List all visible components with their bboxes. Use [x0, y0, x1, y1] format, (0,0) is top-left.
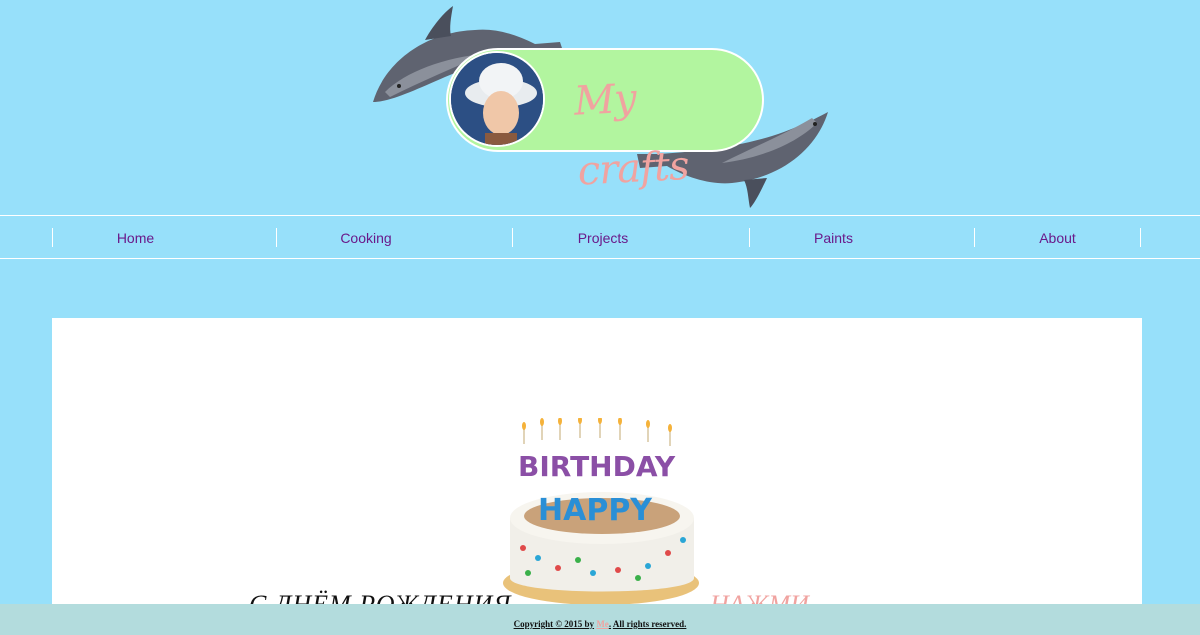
copyright-period: . [608, 619, 612, 629]
logo-text: My crafts [572, 75, 690, 195]
main-content: BIRTHDAY HAPPY С ДНЁМ РОЖДЕНИЯ НАЖМИ [52, 318, 1142, 608]
nav-item-projects[interactable]: Projects [513, 216, 693, 260]
copyright-prefix: Copyright © 2015 by [513, 619, 595, 629]
birthday-cake-image: BIRTHDAY HAPPY [503, 418, 699, 605]
site-footer: Copyright © 2015 by Me. All rights reser… [0, 604, 1200, 635]
cake-letter: BIRTHDAY [518, 450, 676, 483]
copyright-suffix: All rights reserved. [612, 619, 687, 629]
nav-divider [1140, 228, 1141, 247]
nav-item-cooking[interactable]: Cooking [277, 216, 455, 260]
nav-item-about[interactable]: About [975, 216, 1140, 260]
main-navigation: Home Cooking Projects Paints About [0, 215, 1200, 259]
nav-item-home[interactable]: Home [53, 216, 218, 260]
author-link[interactable]: Me [596, 619, 609, 629]
avatar [449, 51, 545, 147]
site-header: My crafts [0, 0, 1200, 215]
nav-item-paints[interactable]: Paints [750, 216, 917, 260]
cake-letter: HAPPY [538, 493, 653, 528]
